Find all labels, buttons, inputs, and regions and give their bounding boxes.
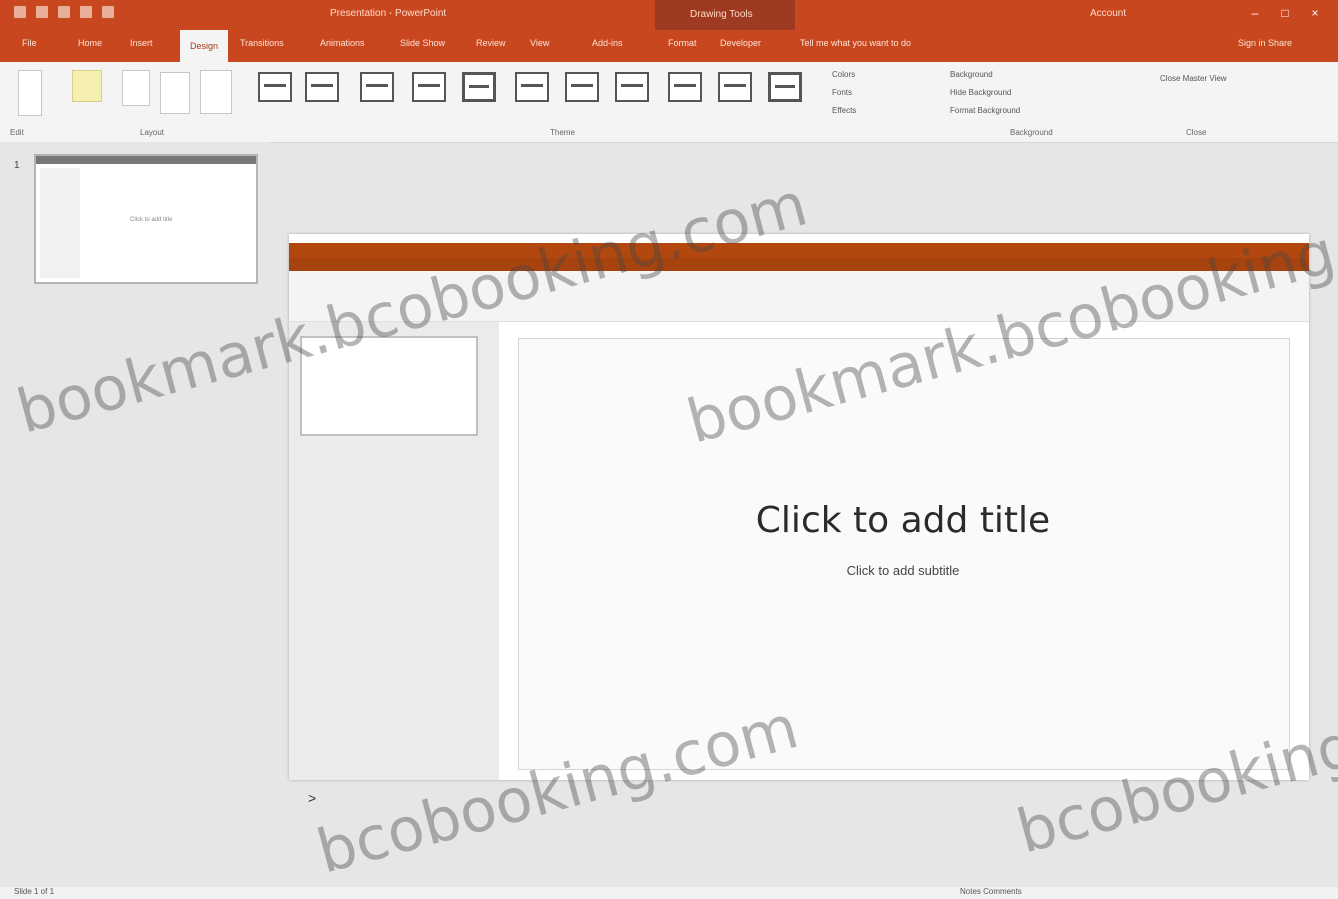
group-label-theme: Theme bbox=[550, 128, 575, 137]
effects-button[interactable]: Effects bbox=[832, 106, 856, 115]
maximize-icon[interactable]: □ bbox=[1278, 6, 1292, 20]
tab-developer[interactable]: Developer bbox=[720, 38, 761, 54]
insert-layout-button[interactable] bbox=[122, 70, 150, 106]
quick-access-toolbar bbox=[14, 6, 114, 18]
notes-toggle-icon[interactable]: > bbox=[308, 790, 316, 806]
group-label-close: Close bbox=[1186, 128, 1207, 137]
embedded-slide-thumbnail bbox=[300, 336, 478, 436]
colors-button[interactable]: Colors bbox=[832, 70, 855, 79]
theme-thumb[interactable] bbox=[305, 72, 339, 102]
theme-thumb[interactable] bbox=[360, 72, 394, 102]
thumbnail-title: Click to add title bbox=[130, 217, 173, 223]
preserve-button[interactable] bbox=[200, 70, 232, 114]
theme-thumb[interactable] bbox=[515, 72, 549, 102]
slide-subtitle-placeholder[interactable]: Click to add subtitle bbox=[518, 563, 1288, 578]
customize-qat-icon[interactable] bbox=[102, 6, 114, 18]
slide-counter: Slide 1 of 1 bbox=[14, 887, 55, 896]
format-background-button[interactable]: Format Background bbox=[950, 106, 1020, 115]
redo-icon[interactable] bbox=[58, 6, 70, 18]
user-account[interactable]: Account bbox=[1090, 8, 1126, 19]
theme-thumb[interactable] bbox=[412, 72, 446, 102]
tab-transitions[interactable]: Transitions bbox=[240, 38, 284, 54]
window-title: Presentation - PowerPoint bbox=[330, 8, 447, 19]
embedded-ribbon bbox=[289, 271, 1309, 322]
hide-background-checkbox[interactable]: Hide Background bbox=[950, 88, 1011, 97]
status-bar bbox=[0, 887, 1338, 899]
theme-thumb[interactable] bbox=[565, 72, 599, 102]
thumbnail-number: 1 bbox=[14, 160, 20, 171]
status-controls[interactable]: Notes Comments bbox=[960, 887, 1022, 896]
tab-view[interactable]: View bbox=[530, 38, 549, 54]
close-icon[interactable]: × bbox=[1308, 6, 1322, 20]
tab-insert[interactable]: Insert bbox=[130, 38, 153, 54]
group-label-layout: Layout bbox=[140, 128, 165, 137]
slide-title-placeholder[interactable]: Click to add title bbox=[518, 500, 1288, 541]
group-label-edit: Edit bbox=[10, 128, 24, 137]
tell-me-box[interactable]: Tell me what you want to do bbox=[800, 38, 911, 48]
tab-add-ins[interactable]: Add-ins bbox=[592, 38, 623, 54]
embedded-slide bbox=[518, 338, 1290, 770]
start-from-beginning-icon[interactable] bbox=[80, 6, 92, 18]
theme-thumb-selected[interactable] bbox=[462, 72, 496, 102]
theme-thumb[interactable] bbox=[615, 72, 649, 102]
theme-thumb[interactable] bbox=[768, 72, 802, 102]
undo-icon[interactable] bbox=[36, 6, 48, 18]
edit-master-button[interactable] bbox=[18, 70, 42, 116]
save-icon[interactable] bbox=[14, 6, 26, 18]
minimize-icon[interactable]: – bbox=[1248, 6, 1262, 20]
close-master-view-button[interactable]: Close Master View bbox=[1160, 74, 1227, 83]
fonts-button[interactable]: Fonts bbox=[832, 88, 852, 97]
theme-thumb[interactable] bbox=[718, 72, 752, 102]
tab-format[interactable]: Format bbox=[668, 38, 697, 54]
group-label-background: Background bbox=[1010, 128, 1053, 137]
background-styles-button[interactable]: Background bbox=[950, 70, 993, 79]
theme-thumb[interactable] bbox=[258, 72, 292, 102]
embedded-tabbar bbox=[289, 258, 1309, 271]
tab-animations[interactable]: Animations bbox=[320, 38, 365, 54]
insert-slide-master-button[interactable] bbox=[72, 70, 102, 102]
tab-review[interactable]: Review bbox=[476, 38, 506, 54]
sign-in-share[interactable]: Sign in Share bbox=[1238, 38, 1292, 48]
tab-home[interactable]: Home bbox=[78, 38, 102, 54]
tab-file[interactable]: File bbox=[22, 38, 37, 54]
notes-bar bbox=[289, 786, 1309, 812]
theme-thumb[interactable] bbox=[668, 72, 702, 102]
tab-design[interactable]: Design bbox=[180, 30, 229, 62]
contextual-group-label: Drawing Tools bbox=[690, 9, 753, 20]
master-layout-button[interactable] bbox=[160, 72, 190, 114]
tab-slide-show[interactable]: Slide Show bbox=[400, 38, 445, 54]
